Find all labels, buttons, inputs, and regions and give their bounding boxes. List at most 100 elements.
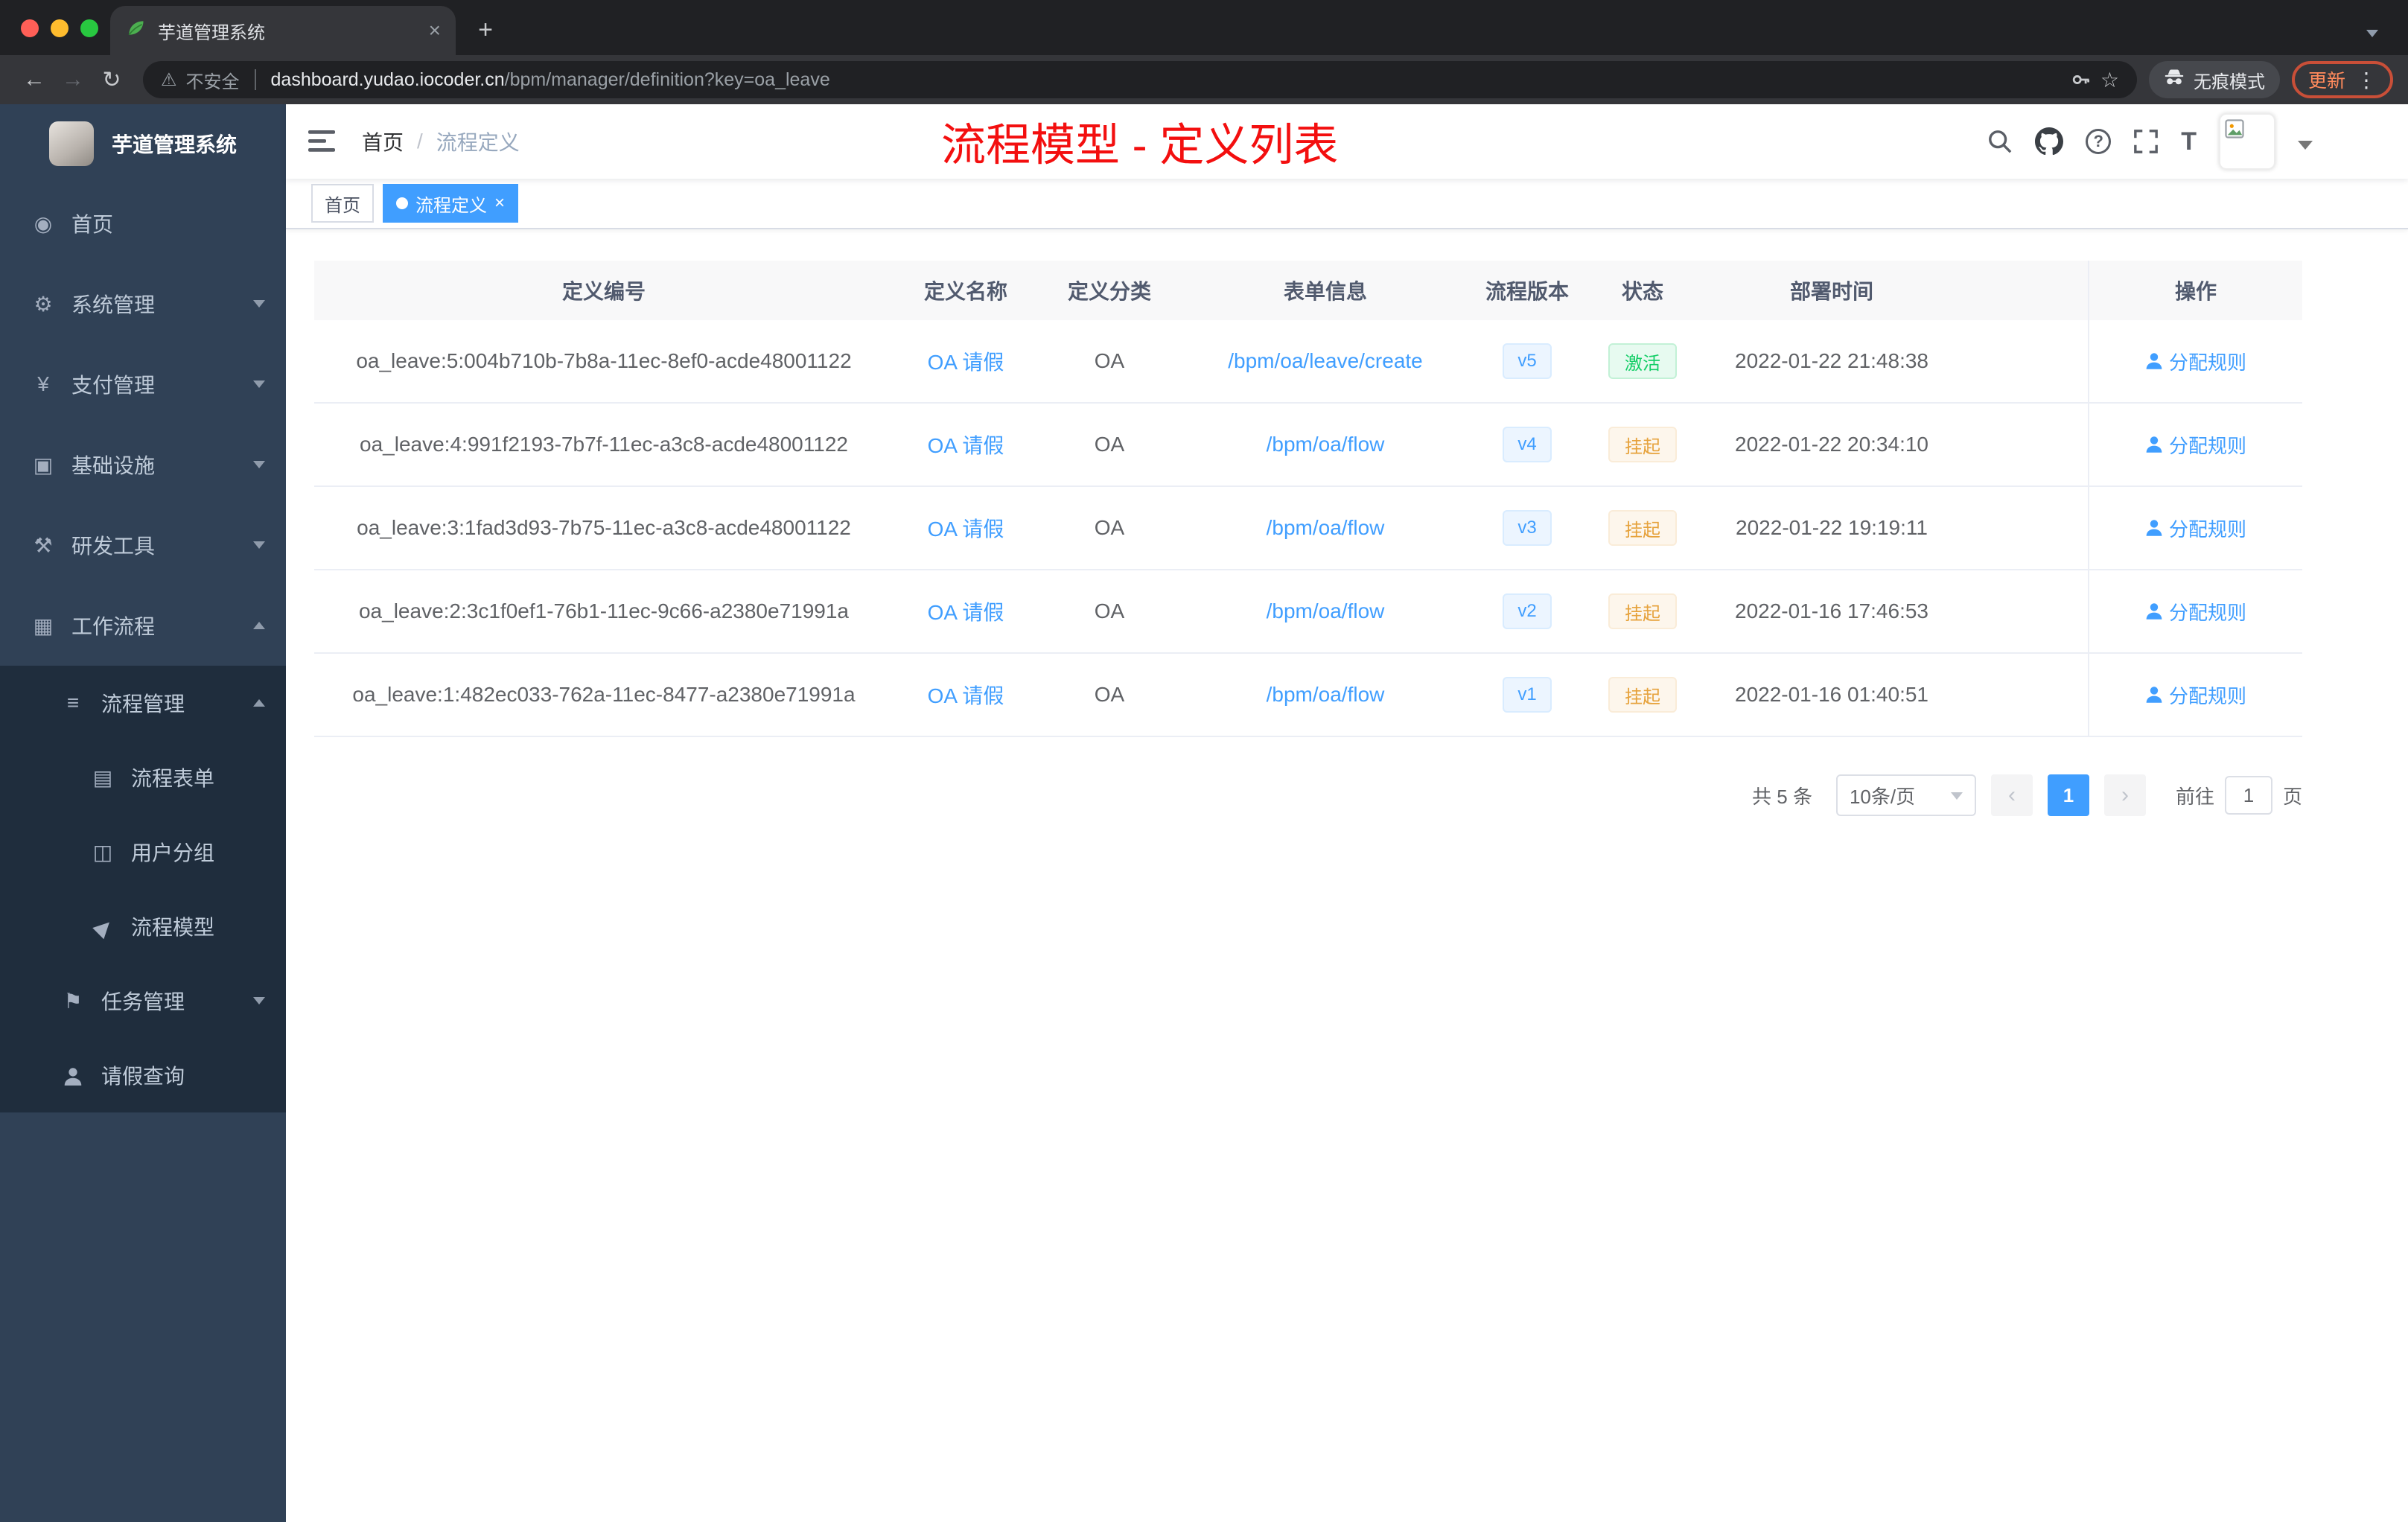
definition-category: OA: [1094, 599, 1125, 623]
form-link[interactable]: /bpm/oa/leave/create: [1228, 349, 1423, 373]
incognito-icon: [2164, 67, 2185, 93]
address-bar[interactable]: ⚠ 不安全 dashboard.yudao.iocoder.cn/bpm/man…: [143, 61, 2137, 98]
sidebar-item-label: 流程表单: [131, 767, 215, 790]
sidebar-item-system[interactable]: ⚙ 系统管理: [0, 264, 286, 344]
back-icon[interactable]: ←: [15, 67, 54, 92]
incognito-badge: 无痕模式: [2148, 61, 2280, 98]
sidebar-item-process-management[interactable]: ≡ 流程管理: [0, 666, 286, 740]
definition-table: 定义编号 定义名称 定义分类 表单信息 流程版本 状态 部署时间 操作 oa_l…: [314, 261, 2302, 737]
definition-name-link[interactable]: OA 请假: [928, 513, 1004, 543]
page-size-select[interactable]: 10条/页: [1835, 774, 1976, 816]
browser-update-button[interactable]: 更新 ⋮: [2291, 61, 2393, 98]
table-header: 定义编号 定义名称 定义分类 表单信息 流程版本 状态 部署时间 操作: [314, 261, 2302, 320]
status-badge: 挂起: [1608, 427, 1677, 462]
tags-view: 首页 流程定义 ×: [286, 179, 2408, 229]
definition-name-link[interactable]: OA 请假: [928, 596, 1004, 626]
next-page-button[interactable]: ›: [2103, 774, 2146, 816]
bookmark-star-icon[interactable]: ☆: [2100, 68, 2119, 92]
definition-category: OA: [1094, 349, 1125, 372]
main: 首页 / 流程定义 流程模型 - 定义列表 ? T 首页 流程定义 × 定义编号…: [286, 104, 2408, 1522]
zoom-window-button[interactable]: [80, 19, 98, 37]
tab-search-caret-icon[interactable]: [2366, 30, 2378, 43]
chevron-down-icon: [253, 380, 265, 394]
version-tag: v5: [1503, 343, 1552, 379]
assign-rule-button[interactable]: 分配规则: [2145, 348, 2246, 375]
help-icon[interactable]: ?: [2086, 129, 2112, 154]
sidebar-item-task-management[interactable]: ⚑ 任务管理: [0, 964, 286, 1038]
fullscreen-icon[interactable]: [2133, 129, 2159, 154]
form-link[interactable]: /bpm/oa/flow: [1267, 683, 1385, 707]
avatar-dropdown-caret-icon[interactable]: [2298, 141, 2313, 157]
workflow-submenu: ≡ 流程管理 ▤ 流程表单 ◫ 用户分组 ▶ 流程模型 ⚑ 任务管理 请假查询: [0, 666, 286, 1112]
minimize-window-button[interactable]: [51, 19, 69, 37]
assign-rule-button[interactable]: 分配规则: [2145, 515, 2246, 542]
search-icon[interactable]: [1987, 129, 2013, 154]
prev-page-button[interactable]: ‹: [1990, 774, 2033, 816]
definition-name-link[interactable]: OA 请假: [928, 430, 1004, 459]
user-avatar[interactable]: [2219, 113, 2275, 170]
flag-icon: ⚑: [63, 989, 83, 1013]
app: 芋道管理系统 ◉ 首页 ⚙ 系统管理 ¥ 支付管理 ▣ 基础设施 ⚒ 研发工具 …: [0, 104, 2408, 1522]
sidebar-item-workflow[interactable]: ▦ 工作流程: [0, 585, 286, 666]
column-header-version: 流程版本: [1485, 280, 1569, 303]
tag-home[interactable]: 首页: [311, 184, 374, 223]
sidebar-item-dev-tools[interactable]: ⚒ 研发工具: [0, 505, 286, 585]
sidebar-item-user-group[interactable]: ◫ 用户分组: [0, 815, 286, 889]
sidebar-item-label: 请假查询: [101, 1065, 185, 1088]
goto-page-input[interactable]: [2224, 776, 2272, 815]
update-label[interactable]: 更新: [2308, 66, 2345, 93]
definition-category: OA: [1094, 433, 1125, 456]
security-label[interactable]: 不安全: [186, 67, 240, 93]
breadcrumb-home[interactable]: 首页: [362, 127, 404, 156]
url-text[interactable]: dashboard.yudao.iocoder.cn/bpm/manager/d…: [271, 69, 830, 91]
form-link[interactable]: /bpm/oa/flow: [1267, 516, 1385, 540]
version-tag: v3: [1503, 510, 1552, 546]
app-navbar: 首页 / 流程定义 流程模型 - 定义列表 ? T: [286, 104, 2408, 179]
page-size-value: 10条/页: [1849, 785, 1916, 808]
tab-favicon-icon: [125, 17, 146, 45]
assign-rule-button[interactable]: 分配规则: [2145, 681, 2246, 709]
table-row: oa_leave:3:1fad3d93-7b75-11ec-a3c8-acde4…: [314, 487, 2302, 570]
tag-process-definition[interactable]: 流程定义 ×: [383, 184, 519, 223]
not-secure-warning-icon: ⚠: [161, 69, 177, 90]
sidebar-item-leave-query[interactable]: 请假查询: [0, 1038, 286, 1112]
definition-name-link[interactable]: OA 请假: [928, 680, 1004, 710]
column-header-filler: [1963, 261, 2088, 320]
sidebar-item-process-model[interactable]: ▶ 流程模型: [0, 889, 286, 964]
hamburger-icon[interactable]: [308, 130, 335, 153]
tag-close-icon[interactable]: ×: [494, 194, 505, 212]
form-link[interactable]: /bpm/oa/flow: [1267, 599, 1385, 623]
status-badge: 挂起: [1608, 677, 1677, 713]
password-key-icon[interactable]: [2071, 69, 2092, 90]
sidebar-item-infrastructure[interactable]: ▣ 基础设施: [0, 424, 286, 505]
reload-icon[interactable]: ↻: [92, 67, 131, 93]
form-icon: ▤: [92, 765, 113, 789]
sidebar-item-payment[interactable]: ¥ 支付管理: [0, 344, 286, 424]
definition-id: oa_leave:1:482ec033-762a-11ec-8477-a2380…: [352, 683, 856, 706]
sidebar-item-label: 支付管理: [71, 374, 156, 397]
sidebar-item-home[interactable]: ◉ 首页: [0, 183, 286, 264]
assign-rule-button[interactable]: 分配规则: [2145, 431, 2246, 459]
page-unit-label: 页: [2282, 785, 2302, 808]
close-window-button[interactable]: [21, 19, 39, 37]
definition-id: oa_leave:3:1fad3d93-7b75-11ec-a3c8-acde4…: [357, 516, 851, 539]
tools-icon: ⚒: [34, 533, 53, 557]
github-icon[interactable]: [2035, 127, 2064, 156]
forward-icon[interactable]: →: [54, 67, 92, 92]
new-tab-button[interactable]: +: [465, 9, 506, 51]
browser-tabstrip: 芋道管理系统 × +: [0, 0, 2408, 55]
form-link[interactable]: /bpm/oa/flow: [1267, 433, 1385, 456]
browser-tab[interactable]: 芋道管理系统 ×: [110, 6, 456, 55]
sidebar-item-process-form[interactable]: ▤ 流程表单: [0, 740, 286, 815]
status-badge: 挂起: [1608, 593, 1677, 629]
font-size-icon[interactable]: T: [2181, 127, 2197, 156]
assign-rule-button[interactable]: 分配规则: [2145, 598, 2246, 625]
current-page-button[interactable]: 1: [2047, 774, 2089, 816]
tab-close-icon[interactable]: ×: [429, 20, 441, 41]
page-content: 定义编号 定义名称 定义分类 表单信息 流程版本 状态 部署时间 操作 oa_l…: [286, 229, 2408, 1522]
logo-title: 芋道管理系统: [112, 133, 238, 156]
browser-menu-icon[interactable]: ⋮: [2356, 68, 2377, 92]
definition-name-link[interactable]: OA 请假: [928, 346, 1004, 376]
logo-avatar: [49, 121, 94, 166]
sidebar-logo[interactable]: 芋道管理系统: [0, 104, 286, 183]
